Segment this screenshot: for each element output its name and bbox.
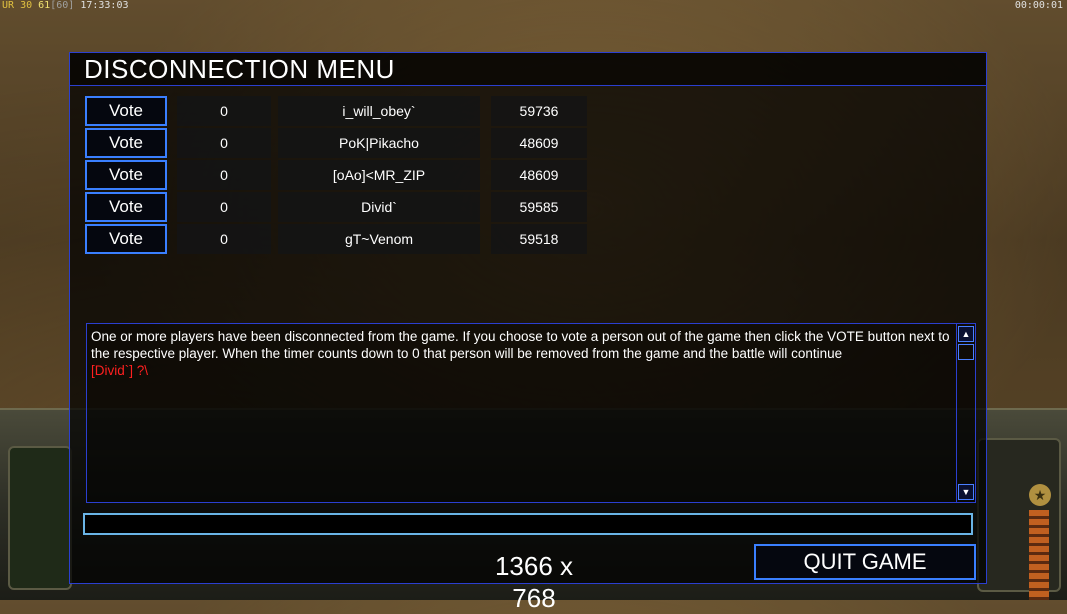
player-timer: 59585 <box>491 192 587 222</box>
dialog-title-bar: DISCONNECTION MENU <box>70 53 986 86</box>
message-log-content: One or more players have been disconnect… <box>91 328 953 379</box>
player-name: PoK|Pikacho <box>278 128 480 158</box>
vote-button[interactable]: Vote <box>85 128 167 158</box>
player-vote-count: 0 <box>177 96 271 126</box>
player-timer: 59518 <box>491 224 587 254</box>
message-log[interactable]: One or more players have been disconnect… <box>86 323 976 503</box>
chat-input[interactable] <box>83 513 973 535</box>
rank-star-icon: ★ <box>1029 484 1051 506</box>
player-name: gT~Venom <box>278 224 480 254</box>
vote-button[interactable]: Vote <box>85 224 167 254</box>
player-name: i_will_obey` <box>278 96 480 126</box>
player-vote-count: 0 <box>177 192 271 222</box>
chat-message: [Divid`] ?\ <box>91 363 149 378</box>
vote-button[interactable]: Vote <box>85 96 167 126</box>
player-timer: 59736 <box>491 96 587 126</box>
message-scrollbar[interactable]: ▲ ▼ <box>956 324 975 502</box>
player-name: [oAo]<MR_ZIP <box>278 160 480 190</box>
hud-fps-cap: [60] <box>50 0 75 11</box>
hud-ur-value: 30 <box>20 0 33 11</box>
scroll-up-arrow-icon[interactable]: ▲ <box>958 326 974 342</box>
power-meter <box>1029 510 1049 600</box>
dialog-title: DISCONNECTION MENU <box>84 54 395 84</box>
player-vote-count: 0 <box>177 128 271 158</box>
radar-frame <box>8 446 72 590</box>
player-name: Divid` <box>278 192 480 222</box>
scroll-thumb[interactable] <box>958 344 974 360</box>
hud-ur-label: UR <box>2 0 15 11</box>
player-vote-count: 0 <box>177 160 271 190</box>
disconnect-message: One or more players have been disconnect… <box>91 329 950 361</box>
player-timer: 48609 <box>491 160 587 190</box>
quit-game-button[interactable]: QUIT GAME <box>754 544 976 580</box>
scroll-down-arrow-icon[interactable]: ▼ <box>958 484 974 500</box>
resolution-label: 1366 x 768 <box>494 551 574 613</box>
hud-stats: UR 30 61[60] 17:33:03 <box>2 0 129 12</box>
player-vote-count: 0 <box>177 224 271 254</box>
performance-hud: UR 30 61[60] 17:33:03 00:00:01 <box>0 0 1067 12</box>
disconnection-dialog: DISCONNECTION MENU Vote 0 i_will_obey` 5… <box>69 52 987 613</box>
hud-clock: 17:33:03 <box>80 0 129 11</box>
hud-fps: 61 <box>38 0 51 11</box>
game-timer: 00:00:01 <box>1014 0 1063 11</box>
vote-button[interactable]: Vote <box>85 160 167 190</box>
vote-button[interactable]: Vote <box>85 192 167 222</box>
player-timer: 48609 <box>491 128 587 158</box>
